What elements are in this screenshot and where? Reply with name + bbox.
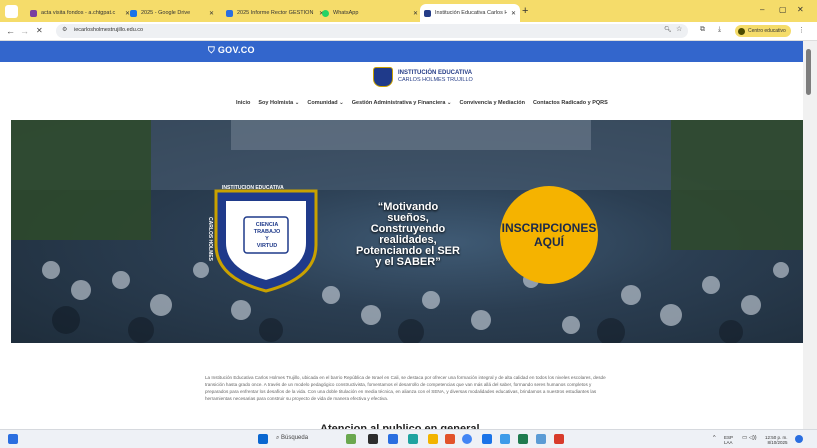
- profile-button[interactable]: Centro educativo: [735, 25, 791, 37]
- site-header: INSTITUCIÓN EDUCATIVA CARLOS HOLMES TRUJ…: [0, 62, 803, 120]
- taskbar-search[interactable]: ⌕ Búsqueda: [276, 435, 308, 442]
- app-icon[interactable]: [500, 434, 510, 444]
- nav-gestion[interactable]: Gestión Administrativa y Financiera ⌄: [352, 100, 452, 106]
- main-content: La Institución Educativa Carlos Holmes T…: [0, 343, 803, 435]
- tab-drive[interactable]: 2025 - Google Drive ✕: [126, 4, 218, 22]
- docs-icon: [226, 9, 233, 17]
- close-window-button[interactable]: ✕: [797, 5, 804, 14]
- search-icon: ⌕: [276, 435, 280, 441]
- start-windows-icon[interactable]: [258, 434, 268, 444]
- forward-icon[interactable]: →: [20, 25, 29, 37]
- tray-chevron-icon[interactable]: ^: [713, 435, 716, 441]
- back-icon[interactable]: ←: [6, 25, 15, 37]
- tab-acta[interactable]: acta visita fondos - a.chtgpat.c ✕: [26, 4, 134, 22]
- drive-icon: [130, 9, 137, 17]
- profile-avatar-icon: [738, 27, 745, 35]
- maximize-button[interactable]: ▢: [779, 5, 787, 14]
- stop-icon[interactable]: ✕: [36, 25, 43, 37]
- nav-soy-holmista[interactable]: Soy Holmista ⌄: [258, 100, 299, 106]
- inscripciones-button[interactable]: INSCRIPCIONES AQUÍ: [500, 186, 598, 284]
- extensions-icon[interactable]: ⧉: [700, 26, 705, 34]
- brand-subname[interactable]: CARLOS HOLMES TRUJILLO: [398, 77, 473, 83]
- tab-whatsapp[interactable]: WhatsApp ✕: [318, 4, 422, 22]
- tab-close-icon[interactable]: ✕: [209, 10, 214, 17]
- gov-co-bar: ⛉ GOV.CO: [0, 41, 803, 62]
- clock[interactable]: 12:50 p. m. 8/10/2025: [765, 435, 788, 445]
- new-tab-button[interactable]: +: [522, 4, 528, 18]
- gov-co-logo[interactable]: ⛉ GOV.CO: [208, 45, 255, 56]
- app-icon[interactable]: [445, 434, 455, 444]
- page-scrollbar[interactable]: [803, 41, 817, 429]
- main-navigation: Inicio Soy Holmista ⌄ Comunidad ⌄ Gestió…: [236, 100, 608, 106]
- crest-motto: CIENCIA TRABAJO Y VIRTUD: [253, 222, 281, 249]
- tab-favicon: [30, 9, 37, 17]
- url-text[interactable]: iecarlosholmestrujillo.edu.co: [74, 27, 143, 33]
- zoom-icon[interactable]: 🔍︎: [664, 26, 672, 33]
- site-info-icon[interactable]: ⚙: [62, 26, 67, 33]
- tab-close-icon[interactable]: ✕: [413, 10, 418, 17]
- tab-institucion-active[interactable]: Institución Educativa Carlos Ho ✕: [420, 4, 520, 22]
- copilot-icon[interactable]: [795, 435, 803, 443]
- intro-paragraph: La Institución Educativa Carlos Holmes T…: [205, 375, 606, 401]
- app-icon[interactable]: [408, 434, 418, 444]
- tab-title: 2025 Informe Rector GESTION: [237, 10, 314, 16]
- excel-icon[interactable]: [518, 434, 528, 444]
- nav-inicio[interactable]: Inicio: [236, 100, 250, 106]
- app-icon[interactable]: [554, 434, 564, 444]
- nav-contactos[interactable]: Contactos Radicado y PQRS: [533, 100, 608, 106]
- tab-informe[interactable]: 2025 Informe Rector GESTION ✕: [222, 4, 328, 22]
- app-icon[interactable]: [346, 434, 356, 444]
- menu-kebab-icon[interactable]: ⋮: [798, 26, 805, 34]
- gov-shield-icon: ⛉: [208, 45, 216, 55]
- school-favicon: [424, 9, 431, 17]
- file-explorer-icon[interactable]: [428, 434, 438, 444]
- nav-comunidad[interactable]: Comunidad ⌄: [307, 100, 343, 106]
- scrollbar-thumb[interactable]: [806, 49, 811, 95]
- crest-left-text: CARLOS HOLMES: [206, 217, 213, 261]
- app-icon[interactable]: [536, 434, 546, 444]
- nav-convivencia[interactable]: Convivencia y Mediación: [460, 100, 525, 106]
- whatsapp-icon: [322, 9, 329, 17]
- tab-title: Institución Educativa Carlos Ho: [435, 10, 507, 16]
- widgets-icon[interactable]: [8, 434, 18, 444]
- tab-strip: acta visita fondos - a.chtgpat.c ✕ 2025 …: [0, 0, 817, 22]
- taskbar: ⌕ Búsqueda ^ ESP LAA ▭ ◁)) 12:50 p. m. 8…: [0, 429, 817, 448]
- edge-icon[interactable]: [388, 434, 398, 444]
- crest-arc-text: INSTITUCION EDUCATIVA: [222, 185, 284, 191]
- task-view-icon[interactable]: [368, 434, 378, 444]
- mail-icon[interactable]: [482, 434, 492, 444]
- browser-toolbar: ← → ✕ ⚙ iecarlosholmestrujillo.edu.co 🔍︎…: [0, 22, 817, 41]
- hero-slogan: “Motivando sueños, Construyendo realidad…: [356, 201, 460, 268]
- profile-label: Centro educativo: [748, 28, 786, 34]
- tab-close-icon[interactable]: ✕: [511, 10, 516, 17]
- tab-title: acta visita fondos - a.chtgpat.c: [41, 10, 116, 16]
- network-volume-icon[interactable]: ▭ ◁)): [742, 435, 757, 441]
- language-indicator[interactable]: ESP LAA: [724, 435, 733, 445]
- bookmark-star-icon[interactable]: ☆: [676, 25, 682, 33]
- school-crest-icon[interactable]: [373, 67, 393, 87]
- tab-title: 2025 - Google Drive: [141, 10, 191, 16]
- chrome-icon[interactable]: [462, 434, 472, 444]
- brand-name[interactable]: INSTITUCIÓN EDUCATIVA: [398, 70, 472, 76]
- download-icon[interactable]: ⤓: [718, 26, 721, 34]
- tab-title: WhatsApp: [333, 10, 359, 16]
- address-bar[interactable]: ⚙ iecarlosholmestrujillo.edu.co 🔍︎ ☆: [56, 24, 688, 38]
- tab-actions-icon[interactable]: [5, 5, 18, 18]
- crest-right-text: TRUJILLO - CHT: [296, 219, 303, 259]
- minimize-button[interactable]: –: [760, 5, 764, 14]
